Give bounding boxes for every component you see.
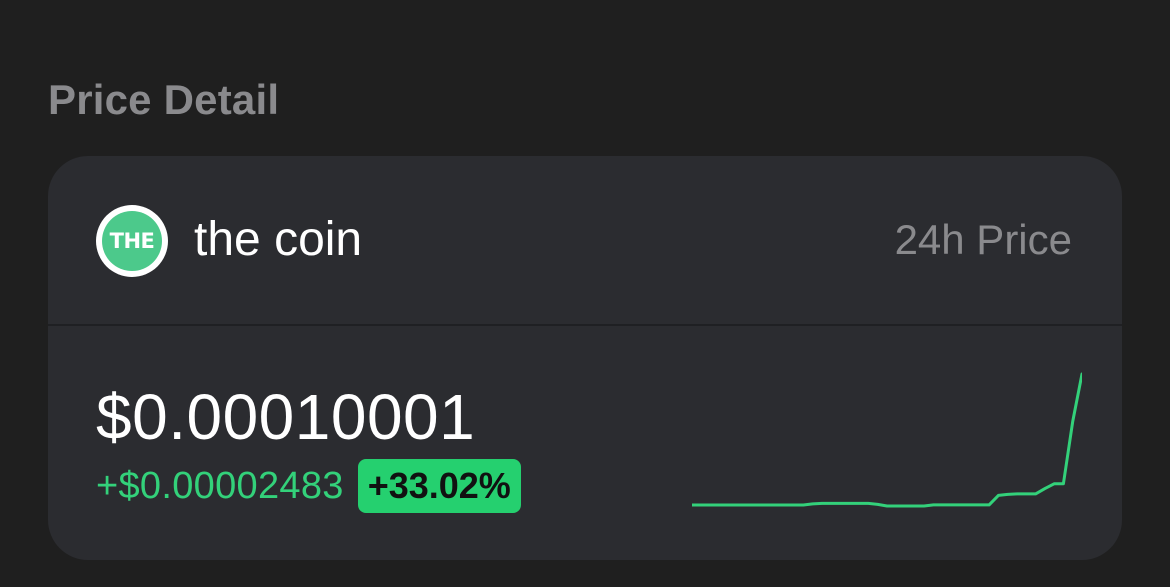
price-change-percent-badge: +33.02%	[357, 459, 521, 513]
period-label: 24h Price	[894, 216, 1072, 263]
card-header: THE the coin 24h Price	[48, 156, 1122, 325]
price-sparkline-chart	[692, 372, 1082, 508]
price-detail-page: Price Detail THE the coin 24h Price $0.0…	[0, 0, 1170, 587]
price-change-amount: +$0.00002483	[96, 464, 344, 507]
section-title: Price Detail	[48, 76, 280, 123]
current-price: $0.00010001	[96, 381, 476, 453]
price-change-row: +$0.00002483 +33.02%	[96, 459, 521, 513]
sparkline-series-line	[692, 372, 1082, 508]
coin-logo-text: THE	[102, 211, 162, 271]
coin-logo-icon: THE	[96, 205, 168, 277]
price-card[interactable]: THE the coin 24h Price $0.00010001 +$0.0…	[48, 156, 1122, 560]
divider	[48, 324, 1122, 326]
coin-name: the coin	[194, 213, 363, 266]
